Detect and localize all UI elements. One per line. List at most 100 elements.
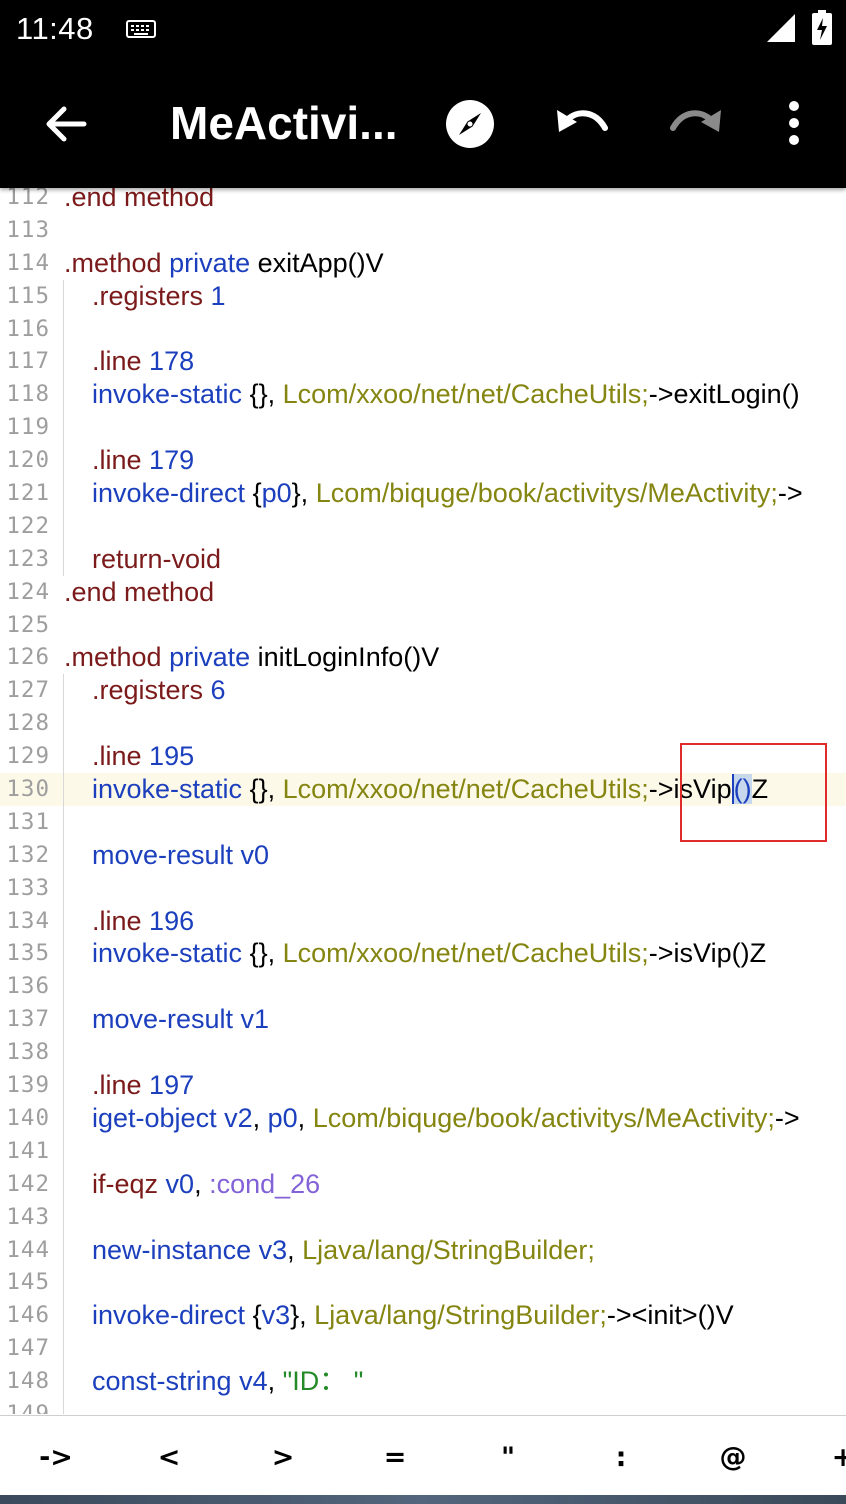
indent-guide [63,477,64,510]
code-line[interactable]: 145 [0,1266,846,1300]
code-token: p0 [261,478,292,509]
status-bar: 11:48 [0,0,846,58]
code-line[interactable]: 128 [0,707,846,741]
code-token: -> [777,478,803,509]
more-vert-icon[interactable] [778,98,810,150]
line-number: 147 [6,1335,50,1362]
code-line[interactable]: 116 [0,312,846,346]
line-number: 118 [6,381,50,408]
code-line[interactable]: 136 [0,970,846,1004]
undo-icon[interactable] [553,98,613,150]
redo-icon[interactable] [665,98,725,150]
code-token: 197 [149,1070,195,1101]
symbol-key[interactable]: + [832,1442,846,1473]
symbol-key[interactable]: = [384,1442,407,1473]
code-line[interactable]: 114 .method private exitApp()V [0,247,846,280]
code-token: invoke-static [92,379,250,410]
code-token: invoke-direct [92,1300,253,1331]
indent-guide [63,674,64,708]
code-token: new-instance [92,1234,259,1265]
code-line[interactable]: 144 new-instance v3, Ljava/lang/StringBui… [0,1233,846,1267]
line-number: 141 [6,1137,50,1164]
code-token: { [252,478,262,509]
code-line[interactable]: 142 if-eqz v0, :cond_26 [0,1167,846,1201]
line-number: 124 [6,578,50,605]
symbol-key[interactable]: > [272,1442,295,1473]
code-line[interactable]: 125 [0,609,846,642]
code-token: Ljava/lang/StringBuilder; [314,1300,607,1331]
code-line[interactable]: 134 .line 196 [0,904,846,938]
code-token: ->exitLogin() [648,379,800,410]
code-line[interactable]: 121 invoke-direct {p0}, Lcom/biquge/book/… [0,477,846,510]
line-number: 135 [6,940,50,967]
code-line[interactable]: 118 invoke-static {}, Lcom/xxoo/net/net/C… [0,378,846,412]
code-token: {}, [249,938,283,969]
code-token: -><init>()V [606,1300,734,1331]
code-line[interactable]: 132 move-result v0 [0,838,846,872]
code-line[interactable]: 138 [0,1036,846,1070]
code-token: .method [64,642,170,673]
line-number: 116 [6,315,50,342]
code-token: {}, [249,379,283,410]
code-line[interactable]: 120 .line 179 [0,444,846,478]
code-line[interactable]: 137 move-result v1 [0,1003,846,1037]
indent-guide [63,707,64,741]
code-line[interactable]: 147 [0,1332,846,1366]
app-toolbar: MeActivi... [0,58,846,188]
symbol-key[interactable]: @ [720,1442,747,1473]
code-line[interactable]: 133 [0,871,846,905]
line-number: 137 [6,1006,50,1033]
code-line[interactable]: 124 .end method [0,576,846,609]
line-number: 146 [6,1302,50,1329]
line-number: 122 [6,512,50,539]
code-line[interactable]: 143 [0,1200,846,1234]
code-token: .line [92,346,150,377]
symbol-key[interactable]: < [158,1442,181,1473]
compass-icon[interactable] [444,98,496,150]
indent-guide [63,444,64,478]
code-line[interactable]: 127 .registers 6 [0,674,846,708]
code-line[interactable]: 115 .registers 1 [0,279,846,313]
code-token: v0 [240,839,270,870]
code-line[interactable]: 117 .line 178 [0,345,846,379]
line-number: 127 [6,677,50,704]
line-code: .registers 1 [92,280,226,313]
symbol-key[interactable]: " [501,1442,515,1473]
code-line[interactable]: 123 return-void [0,542,846,576]
code-line[interactable]: 112 .end method [0,188,846,214]
code-line[interactable]: 119 [0,411,846,445]
symbol-key[interactable]: : [616,1442,627,1473]
line-code: .line 178 [92,345,194,378]
code-line[interactable]: 149 [0,1397,846,1414]
line-number: 134 [6,907,50,934]
code-token: .end method [64,188,215,212]
line-code: .end method [64,188,214,214]
line-code: .line 196 [92,905,194,938]
code-token: Lcom/xxoo/net/net/CacheUtils; [282,379,649,410]
code-line[interactable]: 146 invoke-direct {v3}, Ljava/lang/String… [0,1299,846,1333]
line-code: new-instance v3, Ljava/lang/StringBuilde… [92,1234,595,1267]
code-line[interactable]: 122 [0,509,846,543]
code-token: 178 [149,346,195,377]
code-token: Ljava/lang/StringBuilder; [302,1234,595,1265]
code-line[interactable]: 141 [0,1134,846,1168]
code-token: .registers [92,280,211,311]
code-token: v2 [224,1102,253,1133]
line-number: 138 [6,1039,50,1066]
code-line[interactable]: 113 [0,214,846,247]
code-token: }, [290,1300,315,1331]
code-token: , [297,1102,313,1133]
code-token: initLoginInfo()V [257,642,440,673]
code-line[interactable]: 140 iget-object v2, p0, Lcom/biquge/book/… [0,1101,846,1135]
line-code: move-result v1 [92,1003,269,1036]
code-line[interactable]: 135 invoke-static {}, Lcom/xxoo/net/net/C… [0,937,846,971]
indent-guide [63,378,64,412]
indent-guide [63,1233,64,1267]
code-line[interactable]: 126 .method private initLoginInfo()V [0,641,846,674]
code-line[interactable]: 148 const-string v4, "ID： " [0,1365,846,1398]
back-arrow-icon[interactable] [40,98,92,150]
code-line[interactable]: 139 .line 197 [0,1069,846,1102]
indent-guide [63,279,64,313]
symbol-key[interactable]: -> [39,1442,73,1473]
line-code: .line 179 [92,444,194,477]
